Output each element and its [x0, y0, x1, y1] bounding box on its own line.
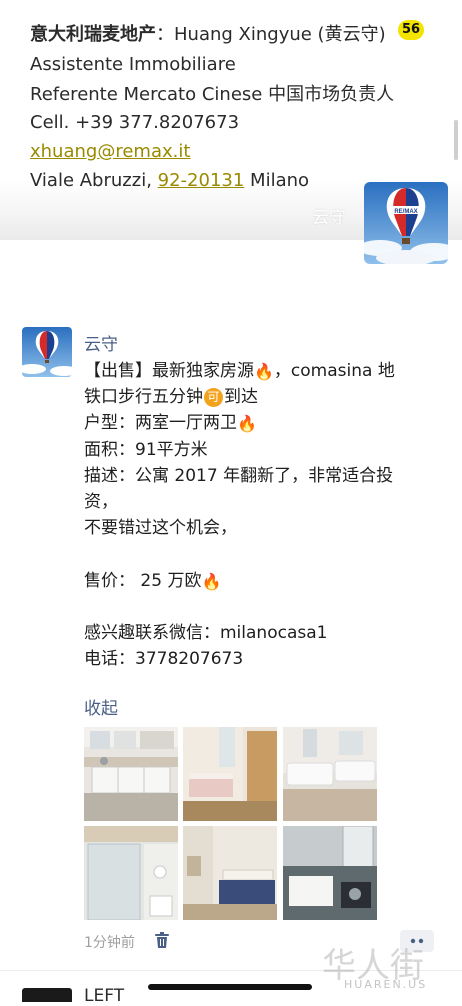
- address-city: Milano: [244, 170, 310, 191]
- profile-avatar[interactable]: RE/MAX: [364, 182, 448, 264]
- post-time: 1分钟前: [84, 935, 135, 951]
- balloon-icon: [22, 327, 72, 377]
- next-author-name[interactable]: LEFT: [84, 986, 124, 1006]
- ke-icon: 可: [204, 388, 223, 408]
- photo-shower[interactable]: [84, 826, 178, 920]
- author-name[interactable]: 云守: [84, 330, 118, 355]
- watermark-en: HUAREN.US: [344, 978, 428, 991]
- fire-icon: 🔥: [254, 362, 274, 381]
- post-line: 不要错过这个机会，: [84, 518, 237, 539]
- signature-referente: Referente Mercato Cinese 中国市场负责人: [30, 84, 395, 105]
- post-text: 【出售】最新独家房源🔥，comasina 地 铁口步行五分钟可到达 户型：两室一…: [84, 358, 444, 672]
- photo-bedroom[interactable]: [183, 727, 277, 821]
- fire-icon: 🔥: [201, 571, 222, 591]
- post-line-blank: [84, 594, 444, 620]
- scrollbar[interactable]: [454, 120, 458, 160]
- address-link[interactable]: 92-20131: [158, 170, 245, 191]
- signature-role: Assistente Immobiliare: [30, 54, 236, 75]
- post-line: 户型：两室一厅两卫🔥: [84, 413, 257, 434]
- post-line-blank: [84, 541, 444, 567]
- photo-bedroom-2[interactable]: [183, 826, 277, 920]
- post-line: 资，: [84, 492, 118, 513]
- post-line: 【出售】最新独家房源🔥，comasina 地: [84, 361, 395, 381]
- photo-bathroom[interactable]: [283, 826, 377, 920]
- signature-email-line: xhuang@remax.it: [30, 141, 190, 163]
- collapse-link[interactable]: 收起: [84, 694, 118, 719]
- agent-name: ：Huang Xingyue (黄云守): [156, 24, 386, 45]
- signature-phone: Cell. +39 377.8207673: [30, 112, 240, 133]
- watermark: 华人街 HUAREN.US: [316, 938, 456, 998]
- signature-company: 意大利瑞麦地产：Huang Xingyue (黄云守): [30, 24, 386, 46]
- post-line: 感兴趣联系微信：milanocasa1: [84, 623, 328, 643]
- post-line: 电话：3778207673: [84, 649, 244, 670]
- unread-badge[interactable]: 56: [398, 20, 424, 40]
- signature-address: Viale Abruzzi, 92-20131 Milano: [30, 170, 309, 192]
- profile-name: 云守: [312, 208, 346, 228]
- home-indicator[interactable]: [148, 984, 312, 990]
- post-line: 铁口步行五分钟可到达: [84, 387, 258, 408]
- address-street: Viale Abruzzi,: [30, 170, 158, 191]
- post-line: 面积：91平方米: [84, 439, 208, 460]
- trash-icon[interactable]: [154, 932, 170, 949]
- email-link[interactable]: xhuang@remax.it: [30, 141, 190, 162]
- author-avatar[interactable]: [22, 327, 72, 377]
- post-line: 售价： 25 万欧🔥: [84, 570, 222, 591]
- photo-living-room[interactable]: [283, 727, 377, 821]
- company-name: 意大利瑞麦地产: [30, 24, 156, 45]
- balloon-icon: RE/MAX: [364, 182, 448, 264]
- photo-kitchen[interactable]: [84, 727, 178, 821]
- svg-text:RE/MAX: RE/MAX: [394, 209, 417, 215]
- post-line: 描述：公寓 2017 年翻新了，非常适合投: [84, 465, 394, 486]
- forwarded-card[interactable]: 意大利瑞麦地产：Huang Xingyue (黄云守) Assistente I…: [0, 0, 462, 264]
- fire-icon: 🔥: [237, 414, 257, 434]
